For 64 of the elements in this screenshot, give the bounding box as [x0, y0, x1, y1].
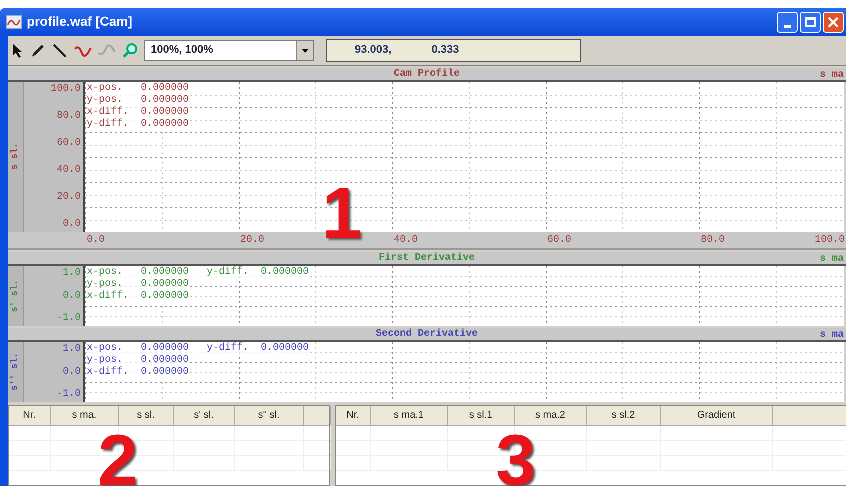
column-header[interactable]: s sl.1 — [448, 406, 515, 425]
y-tick-label: 100.0 — [50, 84, 81, 95]
y-axis-label: s sl. — [8, 143, 21, 170]
y-tick-label: 60.0 — [56, 138, 81, 149]
y-tick-label: 0.0 — [62, 366, 81, 378]
dropdown-arrow-icon — [302, 48, 308, 52]
x-tick-label: 80.0 — [701, 234, 726, 248]
readout-text: x-pos. 0.000000 — [87, 83, 190, 95]
pointer-icon[interactable] — [12, 42, 24, 58]
annotation-number: 1 — [322, 178, 362, 250]
column-header[interactable]: s' sl. — [174, 406, 235, 425]
chart-title: Cam Profile — [394, 68, 460, 82]
search-icon[interactable] — [122, 42, 138, 58]
readout-text: x-pos. 0.000000 y-diff. 0.000000 — [87, 343, 310, 355]
annotation-number: 3 — [496, 425, 536, 486]
column-header[interactable]: s'' sl. — [235, 406, 304, 425]
y-axis-label: s' sl. — [8, 280, 21, 312]
y-tick-label: 20.0 — [56, 192, 81, 203]
chart-title: Second Derivative — [376, 328, 478, 342]
y-tick-label: 1.0 — [62, 268, 81, 279]
column-header[interactable]: Gradient — [661, 406, 773, 425]
close-button[interactable] — [823, 12, 844, 32]
x-tick-label: 60.0 — [548, 234, 573, 248]
readout-text: x-pos. 0.000000 y-diff. 0.000000 — [87, 267, 310, 279]
zoom-combo[interactable]: 100%, 100% — [144, 40, 314, 61]
column-header[interactable]: s sl.2 — [587, 406, 661, 425]
pen-icon[interactable] — [30, 42, 46, 58]
readout-text: x-diff. 0.000000 — [87, 367, 190, 379]
y-tick-label: 0.0 — [62, 219, 81, 230]
y-tick-label: 40.0 — [56, 165, 81, 176]
readout-text: y-pos. 0.000000 — [87, 279, 190, 291]
x-tick-label: 20.0 — [240, 234, 266, 248]
close-icon — [828, 16, 839, 28]
readout-text: x-diff. 0.000000 — [87, 107, 190, 119]
column-header[interactable]: s ma.1 — [371, 406, 448, 425]
scale-label: s ma — [820, 329, 844, 343]
column-header[interactable]: Nr. — [9, 406, 51, 425]
y-axis-label: s'' sl. — [8, 353, 21, 391]
readout-text: y-pos. 0.000000 — [87, 95, 190, 107]
column-header[interactable]: s ma. — [51, 406, 119, 425]
line-icon[interactable] — [52, 42, 68, 58]
column-header[interactable]: s ma.2 — [515, 406, 587, 425]
y-tick-label: -1.0 — [56, 313, 81, 324]
x-tick-label: 100.0 — [814, 234, 846, 248]
minimize-button[interactable] — [777, 12, 798, 32]
y-tick-label: 0.0 — [62, 290, 81, 302]
chart-title: First Derivative — [378, 252, 475, 266]
scale-label: s ma — [820, 69, 844, 83]
readout-text: y-diff. 0.000000 — [87, 119, 190, 131]
x-tick-label: 40.0 — [394, 234, 420, 248]
annotation-number: 2 — [98, 425, 138, 486]
maximize-button[interactable] — [800, 12, 821, 32]
app-icon — [6, 15, 22, 29]
readout-text: x-diff. 0.000000 — [87, 291, 190, 303]
readout-text: y-pos. 0.000000 — [87, 355, 190, 367]
scale-label: s ma — [820, 253, 844, 267]
y-tick-label: 1.0 — [62, 344, 81, 355]
column-header[interactable]: Nr. — [336, 406, 371, 425]
y-tick-label: 80.0 — [56, 111, 81, 122]
coordinates-field: 93.003, 0.333 — [326, 39, 581, 62]
x-tick-label: 0.0 — [87, 234, 106, 248]
column-header[interactable]: s sl. — [119, 406, 174, 425]
y-tick-label: -1.0 — [56, 389, 81, 400]
window-title: profile.waf [Cam] — [27, 13, 132, 32]
